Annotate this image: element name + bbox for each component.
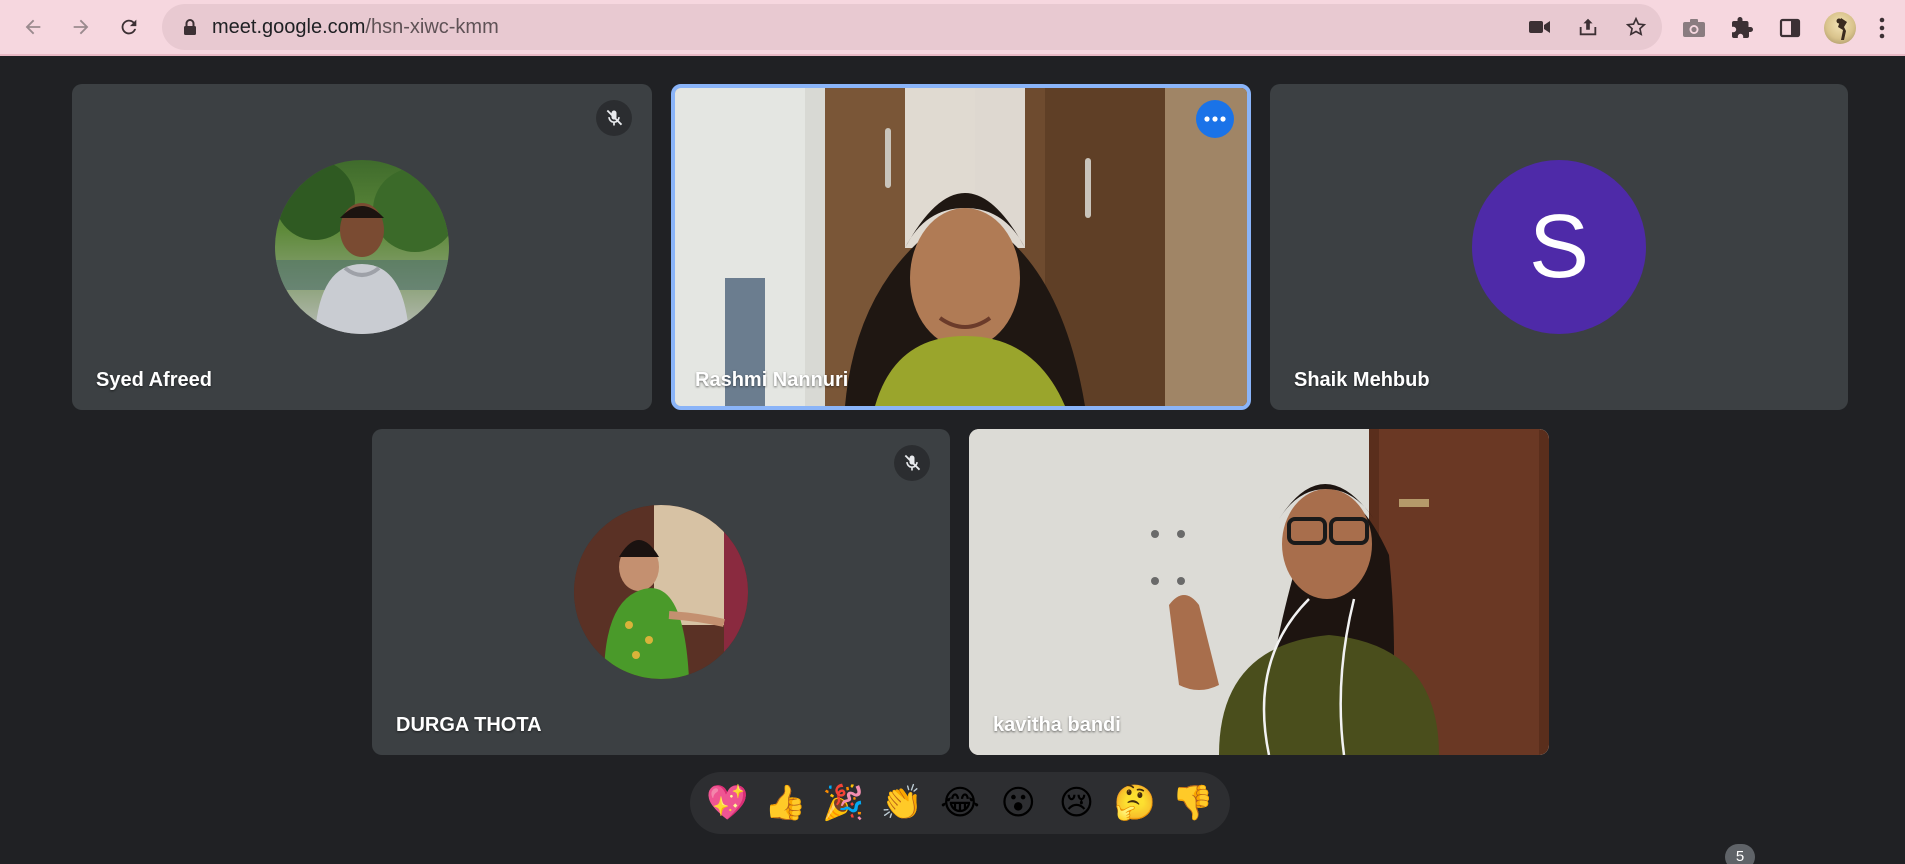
reaction-sparkling-heart-button[interactable]: 💖 <box>701 783 753 823</box>
reload-button[interactable] <box>112 10 146 44</box>
participant-name: Syed Afreed <box>96 369 212 391</box>
star-icon[interactable] <box>1624 15 1648 39</box>
extensions-icon[interactable] <box>1728 14 1756 42</box>
reaction-thinking-button[interactable]: 🤔 <box>1109 783 1161 823</box>
reaction-thumbs-down-button[interactable]: 👎 <box>1167 783 1219 823</box>
screenshot-icon[interactable] <box>1680 14 1708 42</box>
participant-name: Shaik Mehbub <box>1294 369 1430 391</box>
back-button[interactable] <box>16 10 50 44</box>
video-feed <box>969 429 1549 755</box>
forward-button[interactable] <box>64 10 98 44</box>
url-host: meet.google.com <box>212 16 366 38</box>
address-bar[interactable]: meet.google.com/hsn-xiwc-kmm <box>162 4 1662 50</box>
reaction-party-popper-button[interactable]: 🎉 <box>818 783 870 823</box>
participant-avatar: S <box>1472 160 1646 334</box>
video-feed <box>675 88 1247 406</box>
profile-avatar[interactable] <box>1824 12 1856 44</box>
reaction-surprised-button[interactable]: 😮 <box>992 783 1044 823</box>
reload-icon <box>121 19 137 35</box>
profile-image <box>1836 18 1847 40</box>
camera-icon[interactable] <box>1528 15 1552 39</box>
participant-tile[interactable]: kavitha bandi <box>969 429 1549 755</box>
reaction-crying-button[interactable]: 😢 <box>1050 783 1102 823</box>
avatar-initial: S <box>1528 196 1590 297</box>
reaction-thumbs-up-button[interactable]: 👍 <box>759 783 811 823</box>
avatar-photo <box>574 505 748 679</box>
participant-tile[interactable]: S Shaik Mehbub <box>1270 84 1848 410</box>
participant-name: DURGA THOTA <box>396 714 542 736</box>
mic-off-icon <box>894 445 930 481</box>
browser-toolbar: meet.google.com/hsn-xiwc-kmm <box>0 0 1905 56</box>
participant-name: Rashmi Nannuri <box>695 369 849 391</box>
back-icon <box>25 19 41 35</box>
participant-tile[interactable]: DURGA THOTA <box>372 429 950 755</box>
forward-icon <box>73 19 89 35</box>
url-path: /hsn-xiwc-kmm <box>365 16 499 38</box>
side-panel-icon[interactable] <box>1776 14 1804 42</box>
participant-avatar <box>275 160 449 334</box>
participant-tile-active[interactable]: Rashmi Nannuri <box>671 84 1251 410</box>
participant-name: kavitha bandi <box>993 714 1121 736</box>
mic-off-icon <box>596 100 632 136</box>
reaction-clapping-button[interactable]: 👏 <box>876 783 928 823</box>
avatar-photo <box>275 160 449 334</box>
more-options-button[interactable] <box>1196 100 1234 138</box>
reactions-bar: 💖 👍 🎉 👏 😂 😮 😢 🤔 👎 <box>690 772 1230 834</box>
participant-avatar <box>574 505 748 679</box>
lock-icon <box>182 18 198 41</box>
more-icon <box>1204 116 1226 122</box>
share-icon[interactable] <box>1576 15 1600 39</box>
participant-tile[interactable]: Syed Afreed <box>72 84 652 410</box>
people-count-badge: 5 <box>1725 844 1755 864</box>
reaction-tears-of-joy-button[interactable]: 😂 <box>934 783 986 823</box>
url-text: meet.google.com/hsn-xiwc-kmm <box>212 16 499 39</box>
menu-icon[interactable] <box>1868 14 1896 42</box>
